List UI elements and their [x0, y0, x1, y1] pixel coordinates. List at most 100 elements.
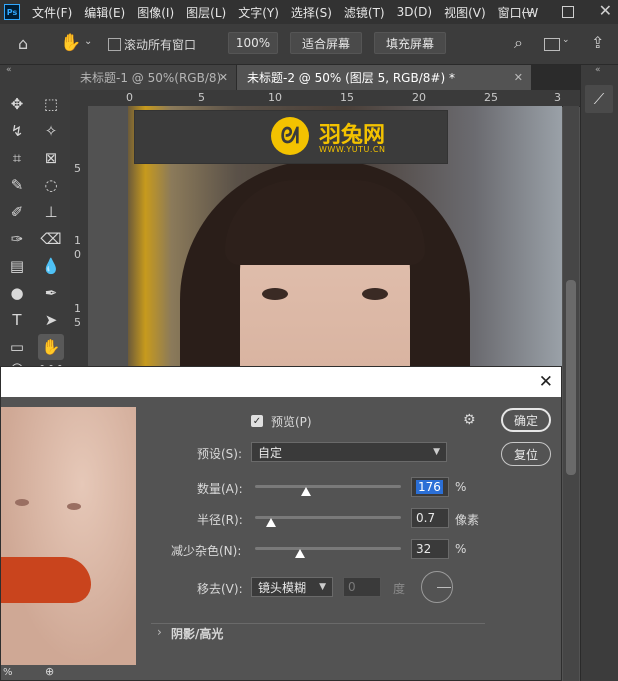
close-icon[interactable]: ✕ [539, 372, 553, 392]
remove-select[interactable]: 镜头模糊 ▼ [251, 577, 333, 597]
marquee-tool-icon[interactable]: ⬚ [38, 91, 64, 117]
filter-preview[interactable] [1, 407, 136, 665]
properties-panel-icon[interactable]: ⟋ [585, 85, 613, 113]
fill-screen-button[interactable]: 填充屏幕 [374, 32, 446, 54]
blur-tool-icon[interactable]: 💧 [38, 253, 64, 279]
ruler-tick-label: 0 [74, 248, 81, 261]
dodge-tool-icon[interactable]: ● [4, 280, 30, 306]
options-bar: ⌂ ✋ ⌄ 滚动所有窗口 100% 适合屏幕 填充屏幕 ⌕ ⌄ ⇪ [0, 24, 618, 65]
brush-tool-icon[interactable]: ✐ [4, 199, 30, 225]
noise-unit: % [455, 542, 467, 556]
gradient-tool-icon[interactable]: ▤ [4, 253, 30, 279]
tab-document-2[interactable]: 未标题-2 @ 50% (图层 5, RGB/8#) * ✕ [237, 65, 531, 90]
menu-filter[interactable]: 滤镜(T) [344, 4, 385, 21]
menu-3d[interactable]: 3D(D) [397, 5, 432, 19]
tab-label: 未标题-2 @ 50% (图层 5, RGB/8#) * [247, 71, 455, 85]
ruler-tick-label: 15 [340, 91, 354, 104]
angle-input[interactable]: 0 [343, 577, 381, 597]
noise-slider-thumb[interactable] [295, 549, 305, 558]
reset-button[interactable]: 复位 [501, 442, 551, 466]
amount-input[interactable]: 176 [411, 477, 449, 497]
radius-slider[interactable] [255, 516, 401, 519]
zoom-100-button[interactable]: 100% [228, 32, 278, 54]
preset-value: 自定 [258, 445, 283, 460]
angle-dial[interactable] [421, 571, 453, 603]
angle-unit: 度 [393, 582, 406, 596]
search-icon[interactable]: ⌕ [514, 33, 523, 53]
magic-wand-icon[interactable]: ✧ [38, 118, 64, 144]
zoom-readout: % [3, 667, 13, 678]
eyedropper-icon[interactable]: ✎ [4, 172, 30, 198]
radius-unit: 像素 [455, 513, 480, 527]
stamp-tool-icon[interactable]: ⊥ [38, 199, 64, 225]
chevron-down-icon[interactable]: ⌄ [84, 36, 92, 47]
photo-bangs [225, 180, 425, 265]
gear-icon[interactable]: ⚙ [463, 412, 476, 428]
noise-input[interactable]: 32 [411, 539, 449, 559]
chevron-down-icon: ▼ [319, 582, 326, 592]
photo-eye-right [362, 288, 388, 300]
ruler-tick-label: 25 [484, 91, 498, 104]
close-tab-icon[interactable]: ✕ [219, 71, 228, 84]
eraser-tool-icon[interactable]: ⌫ [38, 226, 64, 252]
ruler-tick-label: 5 [74, 162, 81, 175]
ruler-tick-label: 20 [412, 91, 426, 104]
menu-type[interactable]: 文字(Y) [238, 4, 279, 21]
photoshop-logo-icon: Ps [4, 4, 20, 20]
radius-input[interactable]: 0.7 [411, 508, 449, 528]
collapse-icon[interactable]: « [6, 65, 12, 75]
frame-tool-icon[interactable]: ⊠ [38, 145, 64, 171]
menu-bar: Ps 文件(F) 编辑(E) 图像(I) 图层(L) 文字(Y) 选择(S) 滤… [0, 0, 618, 24]
scroll-all-checkbox[interactable] [108, 38, 121, 51]
shadow-highlight-section[interactable]: 阴影/高光 [171, 625, 223, 642]
preset-label: 预设(S): [197, 447, 243, 461]
type-tool-icon[interactable]: T [4, 307, 30, 333]
ok-button[interactable]: 确定 [501, 408, 551, 432]
tab-document-1[interactable]: 未标题-1 @ 50%(RGB/8) ✕ [70, 65, 236, 90]
ruler-horizontal: 0 5 10 15 20 25 3 [70, 90, 580, 107]
smart-sharpen-dialog: ✕ ✓ 预览(P) ⚙ 确定 复位 预设(S): 自定 ▼ 数量(A): 176… [0, 366, 562, 681]
history-brush-icon[interactable]: ✑ [4, 226, 30, 252]
maximize-icon[interactable] [562, 6, 574, 18]
amount-slider[interactable] [255, 485, 401, 488]
share-icon[interactable]: ⇪ [591, 33, 604, 52]
close-window-icon[interactable]: ✕ [599, 1, 612, 20]
patch-tool-icon[interactable]: ◌ [38, 172, 64, 198]
move-tool-icon[interactable]: ✥ [4, 91, 30, 117]
menu-image[interactable]: 图像(I) [137, 4, 174, 21]
path-select-icon[interactable]: ➤ [38, 307, 64, 333]
preview-checkbox[interactable]: ✓ [251, 415, 263, 427]
zoom-in-icon[interactable]: ⊕ [45, 665, 54, 678]
menu-layer[interactable]: 图层(L) [186, 4, 226, 21]
radius-label: 半径(R): [197, 513, 243, 527]
noise-slider[interactable] [255, 547, 401, 550]
collapse-icon[interactable]: « [595, 65, 601, 75]
preset-select[interactable]: 自定 ▼ [251, 442, 447, 462]
home-icon[interactable]: ⌂ [18, 34, 28, 53]
watermark-subtitle: WWW.YUTU.CN [319, 145, 386, 154]
rabbit-logo-icon: ᘛ [271, 117, 309, 155]
chevron-down-icon[interactable]: ⌄ [562, 35, 570, 45]
workspace-icon[interactable] [544, 38, 560, 51]
radius-slider-thumb[interactable] [266, 518, 276, 527]
chevron-right-icon[interactable]: › [157, 625, 162, 639]
scrollbar-thumb[interactable] [566, 280, 576, 475]
crop-tool-icon[interactable]: ⌗ [4, 145, 30, 171]
lasso-tool-icon[interactable]: ↯ [4, 118, 30, 144]
pen-tool-icon[interactable]: ✒ [38, 280, 64, 306]
minimize-icon[interactable] [522, 12, 534, 13]
menu-view[interactable]: 视图(V) [444, 4, 486, 21]
ruler-tick-label: 3 [554, 91, 561, 104]
fit-screen-button[interactable]: 适合屏幕 [290, 32, 362, 54]
section-divider [151, 623, 485, 624]
close-tab-icon[interactable]: ✕ [514, 71, 523, 84]
remove-value: 镜头模糊 [258, 580, 307, 595]
ruler-tick-label: 1 [74, 234, 81, 247]
menu-file[interactable]: 文件(F) [32, 4, 72, 21]
hand-tool-icon[interactable]: ✋ [60, 33, 81, 53]
amount-slider-thumb[interactable] [301, 487, 312, 496]
ruler-tick-label: 0 [126, 91, 133, 104]
menu-select[interactable]: 选择(S) [291, 4, 332, 21]
preview-nostril [15, 499, 29, 506]
menu-edit[interactable]: 编辑(E) [84, 4, 125, 21]
